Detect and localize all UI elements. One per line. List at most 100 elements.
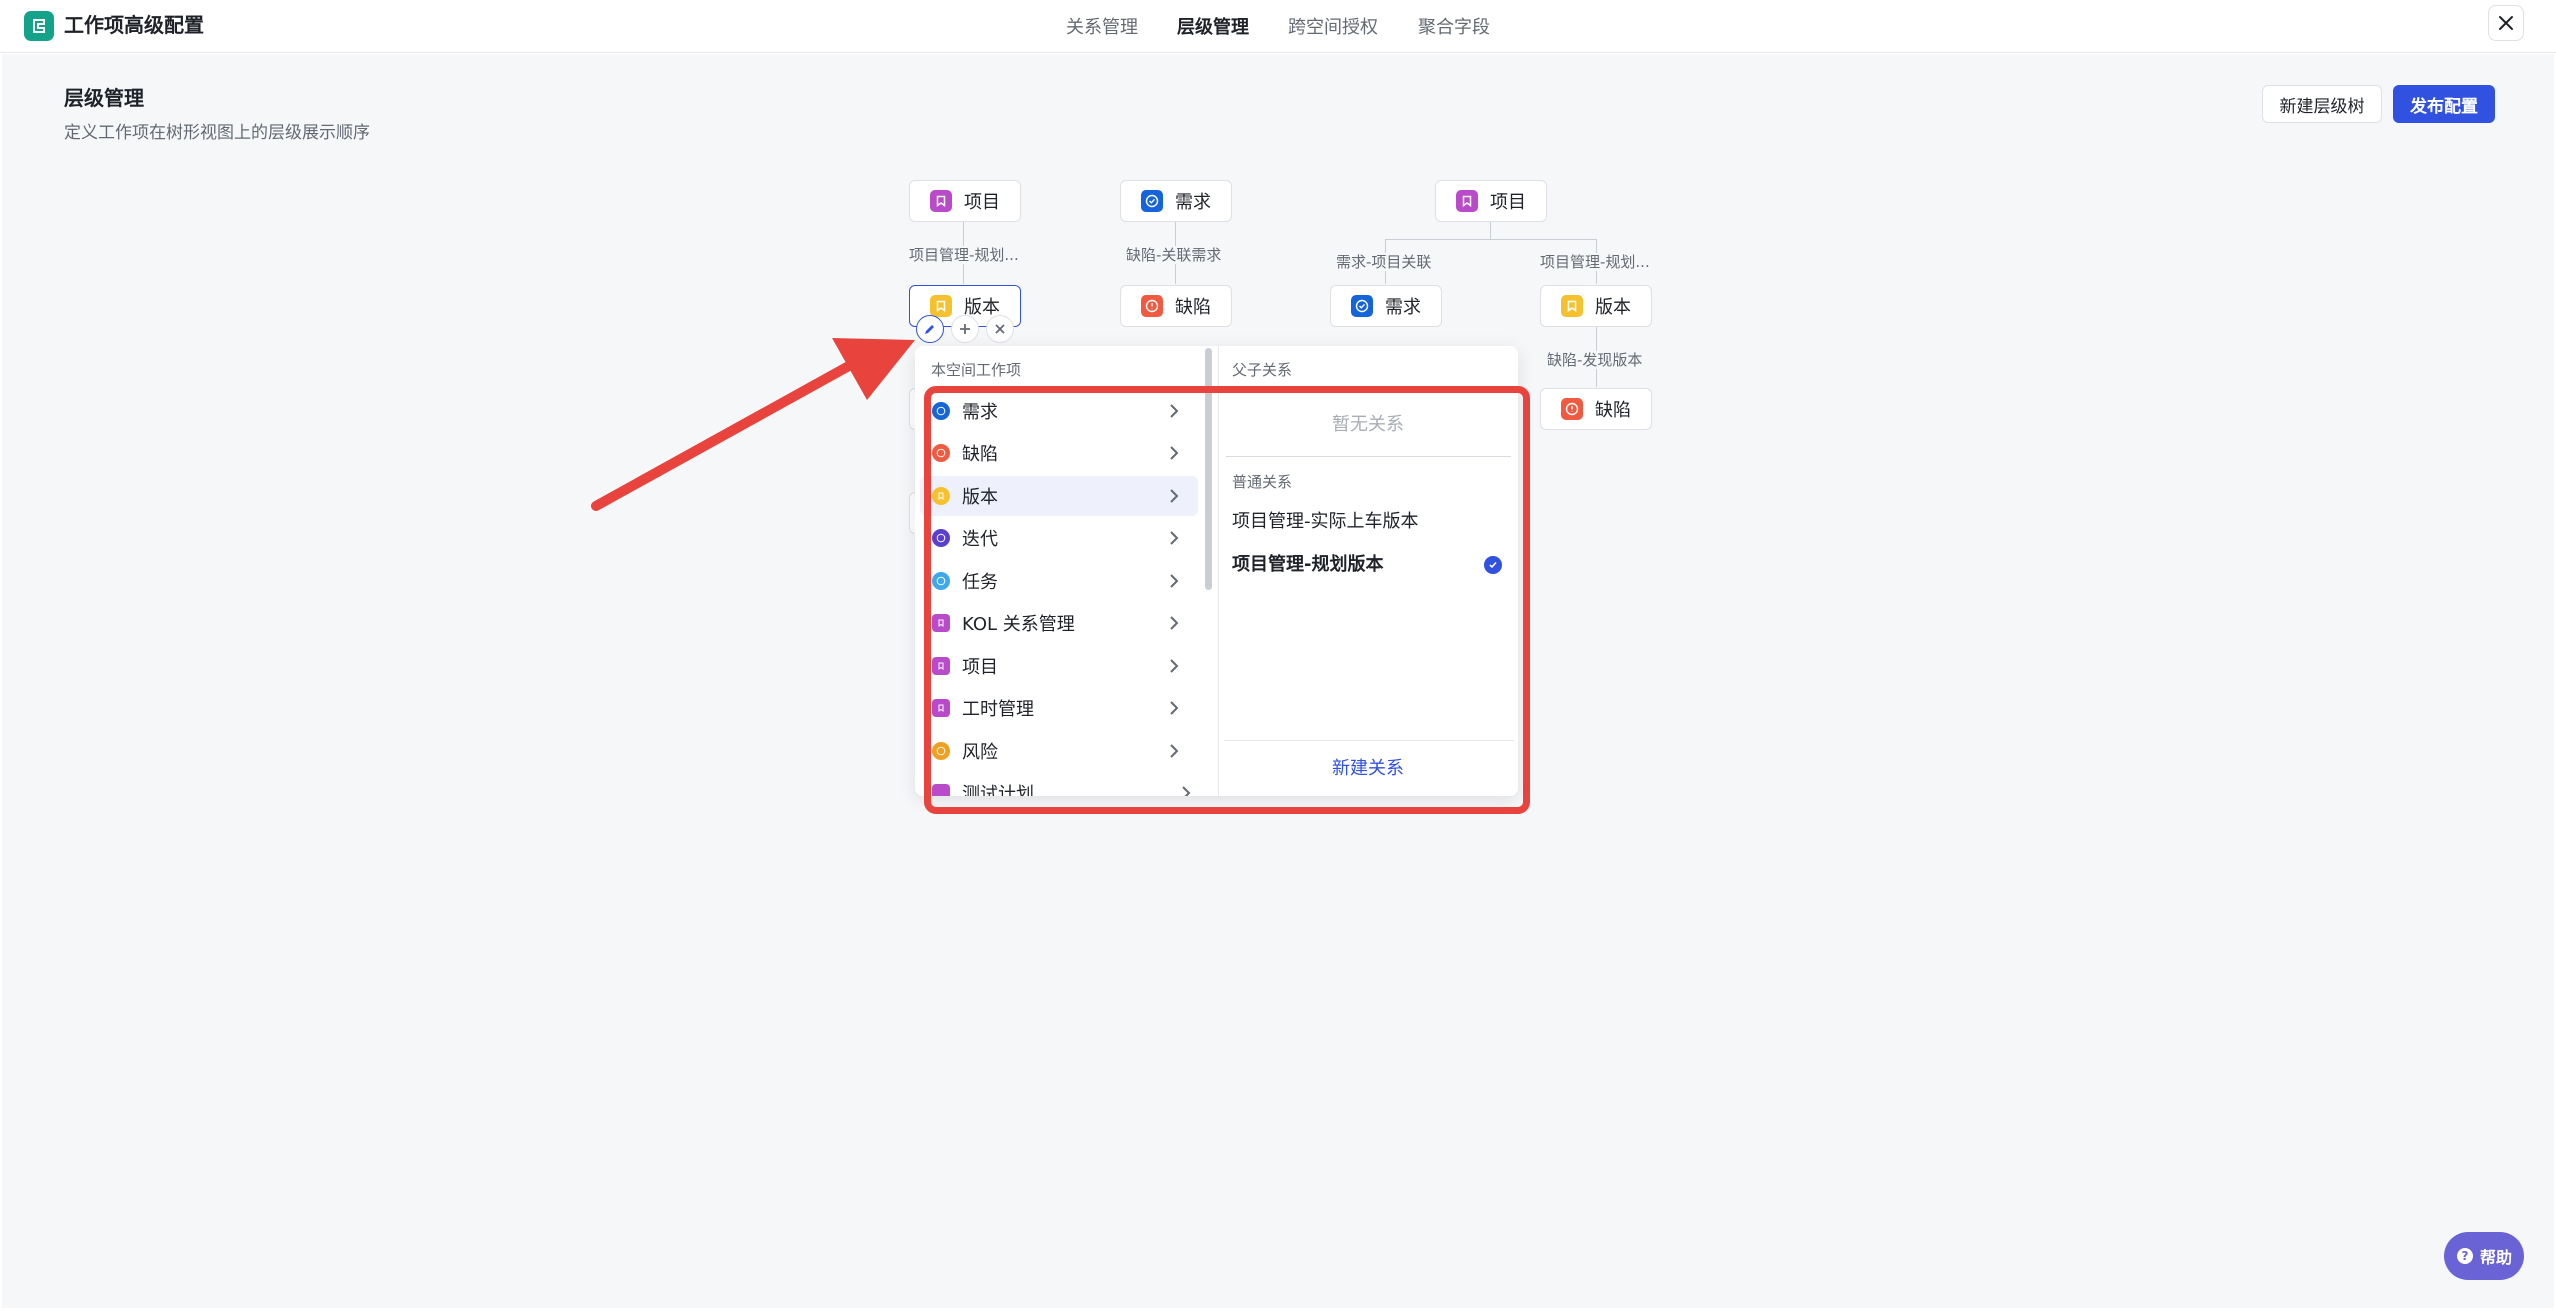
tree-node[interactable]: 缺陷 <box>1540 388 1652 430</box>
alert-circle-icon <box>1561 398 1583 420</box>
check-circle-icon <box>1351 295 1373 317</box>
add-child-button[interactable] <box>951 315 979 343</box>
list-scrollbar[interactable] <box>1205 348 1212 590</box>
tab-cross-space-authorization[interactable]: 跨空间授权 <box>1288 17 1378 39</box>
new-tree-button[interactable]: 新建层级树 <box>2262 85 2382 123</box>
loop-icon <box>932 529 950 547</box>
svg-text:?: ? <box>2462 1249 2469 1263</box>
publish-button[interactable]: 发布配置 <box>2393 85 2495 123</box>
task-icon <box>932 572 950 590</box>
workitem-section-title: 本空间工作项 <box>931 361 1022 379</box>
normal-relation-section-title: 普通关系 <box>1232 473 1293 491</box>
app-logo-icon <box>24 11 54 41</box>
chevron-right-icon <box>1170 744 1179 758</box>
workitem-option-label: 迭代 <box>962 529 998 550</box>
workitem-option[interactable]: 迭代 <box>920 518 1198 558</box>
workitem-option-label: KOL 关系管理 <box>962 614 1075 635</box>
workitem-option[interactable]: KOL 关系管理 <box>920 603 1198 643</box>
workitem-option-label: 版本 <box>962 487 998 508</box>
help-label: 帮助 <box>2479 1248 2512 1267</box>
pencil-icon <box>925 325 934 334</box>
node-label: 需求 <box>1385 297 1421 318</box>
node-label: 版本 <box>1595 297 1631 318</box>
workitem-option-selected[interactable]: 版本 <box>920 476 1198 516</box>
workitem-option[interactable]: 工时管理 <box>920 688 1198 728</box>
workitem-option[interactable]: 需求 <box>920 391 1198 431</box>
workitem-option-label: 任务 <box>962 572 998 593</box>
tree-node[interactable]: 需求 <box>1120 180 1232 222</box>
workitem-option-label: 需求 <box>962 402 998 423</box>
workitem-option-label: 缺陷 <box>962 444 998 465</box>
workitem-option-label: 风险 <box>962 742 998 763</box>
workitem-option-label: 项目 <box>962 657 998 678</box>
app-title: 工作项高级配置 <box>64 13 204 37</box>
edge-label: 项目管理-规划... <box>1540 253 1650 271</box>
edge-label: 项目管理-规划... <box>909 246 1019 264</box>
bookmark-icon <box>932 699 950 717</box>
check-icon <box>1484 556 1502 574</box>
tab-hierarchy-management[interactable]: 层级管理 <box>1177 17 1249 39</box>
tab-relation-management[interactable]: 关系管理 <box>1066 17 1138 39</box>
edge-label: 缺陷-关联需求 <box>1126 246 1222 264</box>
workitem-option[interactable]: 风险 <box>920 731 1198 771</box>
workitem-option-label: 工时管理 <box>962 699 1034 720</box>
chevron-right-icon <box>1170 531 1179 545</box>
close-icon <box>2499 16 2513 30</box>
tree-node[interactable]: 项目 <box>1435 180 1547 222</box>
bookmark-icon <box>930 295 952 317</box>
tree-connector <box>1490 222 1491 239</box>
node-label: 项目 <box>1490 192 1526 213</box>
chevron-right-icon <box>1170 404 1179 418</box>
chevron-right-icon <box>1170 659 1179 673</box>
empty-state-text: 暂无关系 <box>1332 414 1404 435</box>
list-clip: 测试计划 <box>915 770 1205 796</box>
relation-option[interactable]: 项目管理-实际上车版本 <box>1232 510 1502 534</box>
bookmark-icon <box>932 614 950 632</box>
close-button[interactable] <box>2488 5 2524 41</box>
top-bar <box>0 0 2556 53</box>
chevron-right-icon <box>1170 701 1179 715</box>
edge-label: 需求-项目关联 <box>1336 253 1432 271</box>
alert-circle-icon <box>932 444 950 462</box>
alert-circle-icon <box>1141 295 1163 317</box>
chevron-right-icon <box>1170 489 1179 503</box>
check-circle-icon <box>932 402 950 420</box>
risk-icon <box>932 742 950 760</box>
page-title: 层级管理 <box>64 86 144 110</box>
tree-node[interactable]: 需求 <box>1330 285 1442 327</box>
bookmark-icon <box>1561 295 1583 317</box>
tree-node[interactable]: 版本 <box>1540 285 1652 327</box>
plus-icon <box>960 324 970 334</box>
chevron-right-icon <box>1170 574 1179 588</box>
relation-option-selected[interactable]: 项目管理-规划版本 <box>1232 553 1502 577</box>
tab-aggregate-fields[interactable]: 聚合字段 <box>1418 17 1490 39</box>
workitem-option[interactable]: 测试计划 <box>920 773 1205 796</box>
node-label: 缺陷 <box>1595 400 1631 421</box>
delete-node-button[interactable] <box>986 315 1014 343</box>
chevron-right-icon <box>1170 446 1179 460</box>
question-icon: ? <box>2456 1248 2473 1264</box>
edit-node-button[interactable] <box>916 315 944 343</box>
page-description: 定义工作项在树形视图上的层级展示顺序 <box>64 123 370 143</box>
tree-node[interactable]: 缺陷 <box>1120 285 1232 327</box>
node-label: 需求 <box>1175 192 1211 213</box>
tree-connector <box>1385 239 1596 240</box>
divider <box>1226 456 1511 457</box>
parent-child-section-title: 父子关系 <box>1232 361 1293 379</box>
bookmark-icon <box>932 784 950 796</box>
node-label: 缺陷 <box>1175 297 1211 318</box>
chevron-right-icon <box>1170 616 1179 630</box>
edge-label: 缺陷-发现版本 <box>1547 351 1643 369</box>
new-relation-button[interactable]: 新建关系 <box>1218 754 1518 780</box>
tree-node[interactable]: 项目 <box>909 180 1021 222</box>
bookmark-icon <box>930 190 952 212</box>
chevron-right-icon <box>1182 786 1191 796</box>
divider <box>1224 740 1514 741</box>
workitem-option[interactable]: 项目 <box>920 646 1198 686</box>
check-circle-icon <box>1141 190 1163 212</box>
workitem-option[interactable]: 任务 <box>920 561 1198 601</box>
help-button[interactable]: ? 帮助 <box>2444 1232 2524 1280</box>
bookmark-icon <box>932 657 950 675</box>
close-icon <box>995 324 1005 334</box>
workitem-option[interactable]: 缺陷 <box>920 433 1198 473</box>
